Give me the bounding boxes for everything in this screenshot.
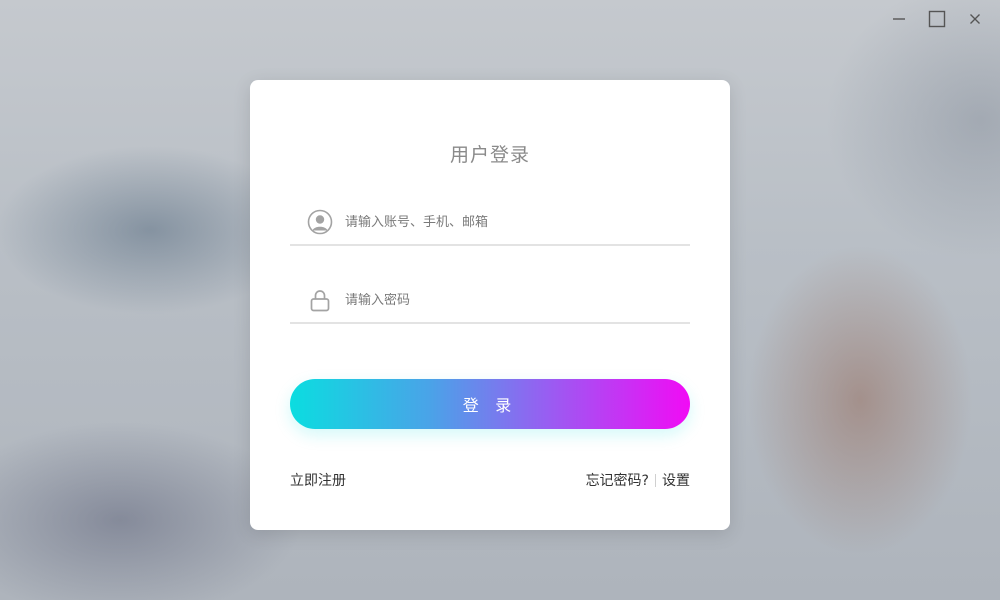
right-links: 忘记密码? 设置 (586, 470, 690, 490)
settings-link[interactable]: 设置 (662, 470, 690, 490)
login-button[interactable]: 登 录 (290, 379, 690, 429)
account-input[interactable] (345, 214, 690, 230)
close-button[interactable] (960, 8, 990, 30)
lock-icon (307, 287, 333, 313)
login-window: 用户登录 登 录 立即注册 忘记密码? 设置 (0, 0, 1000, 600)
user-avatar-icon (307, 209, 333, 235)
link-divider (655, 473, 656, 487)
maximize-button[interactable] (922, 8, 952, 30)
window-controls (884, 8, 990, 30)
account-field[interactable] (290, 200, 690, 246)
minimize-icon (893, 18, 905, 20)
maximize-icon (928, 10, 946, 28)
password-field[interactable] (290, 278, 690, 324)
close-icon (970, 14, 980, 24)
minimize-button[interactable] (884, 8, 914, 30)
forgot-password-link[interactable]: 忘记密码? (586, 470, 649, 490)
page-title: 用户登录 (449, 144, 530, 166)
password-input[interactable] (345, 292, 690, 308)
register-link[interactable]: 立即注册 (290, 470, 346, 490)
bottom-links: 立即注册 忘记密码? 设置 (290, 470, 690, 490)
